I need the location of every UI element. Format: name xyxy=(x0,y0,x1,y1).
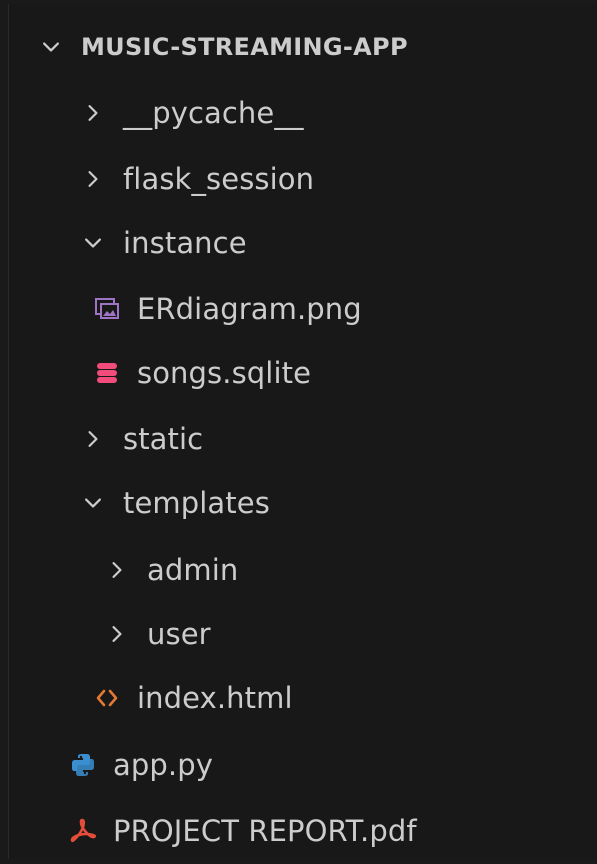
folder-label: __pycache__ xyxy=(123,96,304,130)
python-file-icon xyxy=(67,749,99,781)
folder-label: admin xyxy=(147,553,239,587)
chevron-down-icon xyxy=(35,31,67,63)
chevron-right-icon xyxy=(101,618,133,650)
folder-templates[interactable]: templates xyxy=(9,470,597,536)
chevron-right-icon xyxy=(101,554,133,586)
file-explorer: MUSIC-STREAMING-APP __pycache__ flask_se… xyxy=(8,4,597,859)
folder-label: static xyxy=(123,422,204,456)
folder-label: user xyxy=(147,617,211,651)
folder-user[interactable]: user xyxy=(9,601,597,667)
file-label: songs.sqlite xyxy=(137,356,312,390)
root-folder-label: MUSIC-STREAMING-APP xyxy=(81,33,408,61)
chevron-right-icon xyxy=(77,97,109,129)
chevron-right-icon xyxy=(77,163,109,195)
chevron-down-icon xyxy=(77,487,109,519)
file-index-html[interactable]: index.html xyxy=(9,665,597,731)
root-folder-music-streaming-app[interactable]: MUSIC-STREAMING-APP xyxy=(9,14,597,80)
folder-admin[interactable]: admin xyxy=(9,537,597,603)
file-label: PROJECT REPORT.pdf xyxy=(113,814,417,848)
image-file-icon xyxy=(91,293,123,325)
pdf-file-icon xyxy=(67,815,99,847)
folder-instance[interactable]: instance xyxy=(9,210,597,276)
chevron-down-icon xyxy=(77,227,109,259)
folder-pycache[interactable]: __pycache__ xyxy=(9,80,597,146)
folder-static[interactable]: static xyxy=(9,406,597,472)
file-label: app.py xyxy=(113,748,213,782)
chevron-right-icon xyxy=(77,423,109,455)
folder-label: templates xyxy=(123,486,270,520)
folder-label: instance xyxy=(123,226,247,260)
file-label: ERdiagram.png xyxy=(137,292,362,326)
file-app-py[interactable]: app.py xyxy=(9,732,597,798)
html-file-icon xyxy=(91,682,123,714)
file-songs-sqlite[interactable]: songs.sqlite xyxy=(9,340,597,406)
file-erdiagram-png[interactable]: ERdiagram.png xyxy=(9,276,597,342)
folder-flask-session[interactable]: flask_session xyxy=(9,146,597,212)
file-label: index.html xyxy=(137,681,293,715)
folder-label: flask_session xyxy=(123,162,315,196)
file-project-report-pdf[interactable]: PROJECT REPORT.pdf xyxy=(9,798,597,864)
database-icon xyxy=(91,357,123,389)
